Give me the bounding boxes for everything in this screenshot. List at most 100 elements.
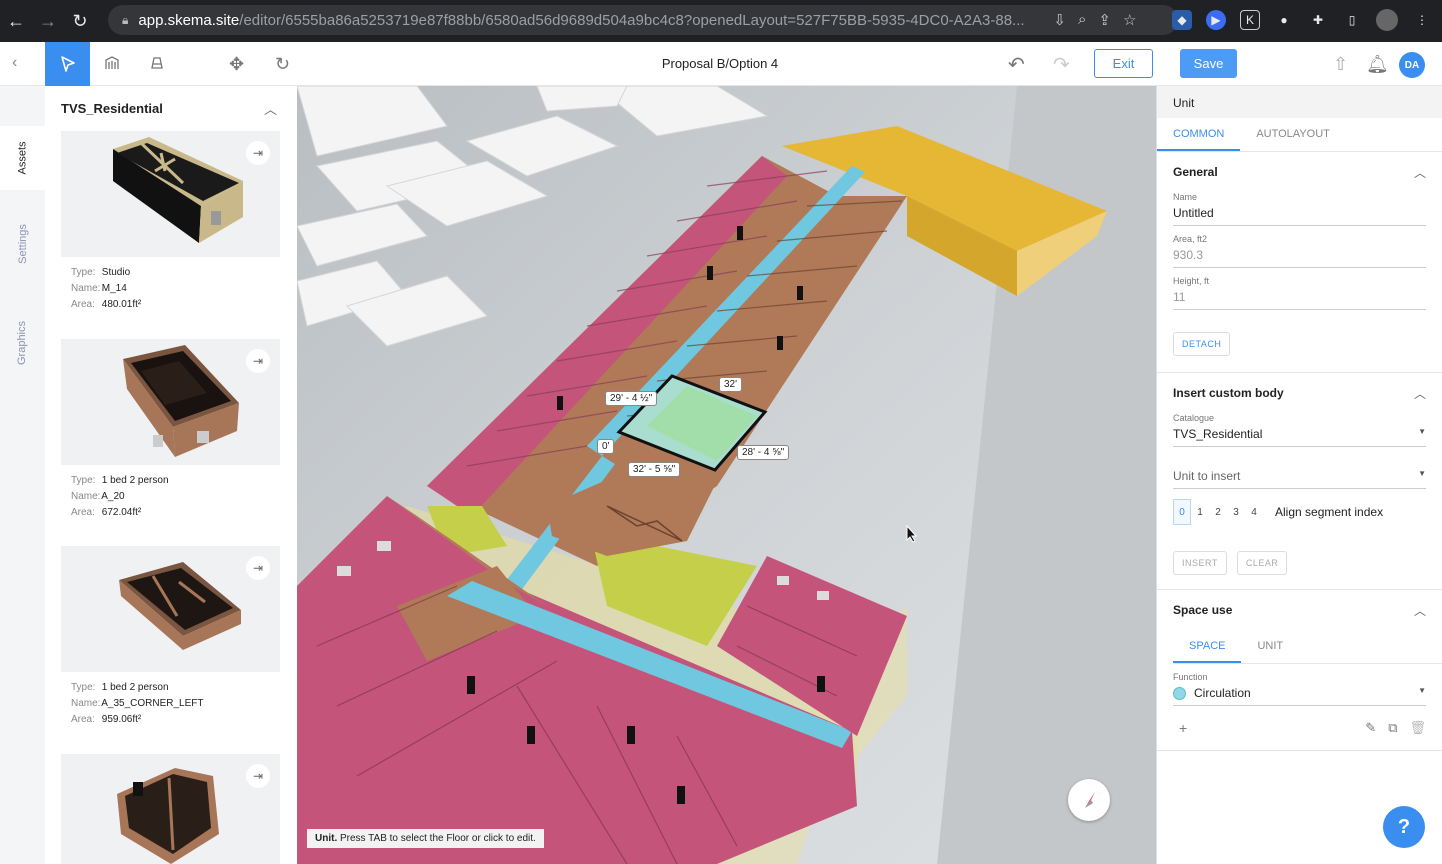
catalogue-title: TVS_Residential <box>61 100 163 116</box>
asset-card[interactable]: ⇥ Type: Studio Name: M_14 Area: 480.01ft… <box>61 131 280 321</box>
dimension-label-right: 28' - 4 ⅝" <box>737 445 790 460</box>
address-bar[interactable]: 🔒︎ app.skema.site/editor/6555ba86a525371… <box>108 5 1178 35</box>
align-segment-label: Align segment index <box>1275 505 1384 519</box>
segment-option[interactable]: 2 <box>1209 499 1227 525</box>
height-field: 11 <box>1173 290 1426 310</box>
catalogue-header[interactable]: TVS_Residential ︿ <box>45 86 297 130</box>
section-title: Space use <box>1173 603 1233 617</box>
tab-autolayout[interactable]: AUTOLAYOUT <box>1240 118 1346 151</box>
detach-button[interactable]: DETACH <box>1173 332 1231 356</box>
chevron-up-icon[interactable]: ︿ <box>1414 164 1426 181</box>
compass-icon[interactable] <box>1068 779 1110 821</box>
asset-type: Studio <box>101 267 131 278</box>
dimension-label-left: 29' - 4 ½" <box>605 391 658 406</box>
dimension-label-zero: 0' <box>597 439 615 454</box>
asset-thumbnail: ⇥ <box>61 131 280 257</box>
space-use-section: Space use ︿ SPACE UNIT Function Circulati… <box>1157 590 1442 751</box>
asset-thumbnail: ⇥ <box>61 546 280 672</box>
chevron-up-icon[interactable]: ︿ <box>1414 602 1426 619</box>
panel-header: Unit <box>1157 86 1442 118</box>
undo-icon[interactable]: ↶ <box>1008 52 1025 77</box>
function-color-swatch <box>1173 686 1186 700</box>
k-extension-icon[interactable]: K <box>1240 10 1260 30</box>
tab-assets[interactable]: Assets <box>0 126 45 190</box>
sidebar-icon[interactable]: ▯ <box>1342 10 1362 30</box>
asset-card[interactable]: ⇥ Type: 1 bed 2 person Name: A_20 Area: … <box>61 339 280 529</box>
segment-option[interactable]: 1 <box>1191 499 1209 525</box>
tab-settings[interactable]: Settings <box>0 212 45 276</box>
trash-icon[interactable]: 🗑︎ <box>1409 720 1426 736</box>
url-text: app.skema.site/editor/6555ba86a5253719e8… <box>138 11 1025 29</box>
segment-index-picker[interactable]: 0 1 2 3 4 <box>1173 499 1263 525</box>
share-icon[interactable]: ⇪ <box>1098 11 1111 29</box>
catalogue-select[interactable]: TVS_Residential ▼ <box>1173 427 1426 447</box>
building-tool-icon[interactable] <box>103 54 121 77</box>
asset-card[interactable]: ⇥ Type: 1 bed 2 person Name: A_35_CORNER… <box>61 546 280 736</box>
tab-common[interactable]: COMMON <box>1157 118 1241 151</box>
browser-menu-icon[interactable]: ⋮ <box>1412 10 1432 30</box>
lock-icon: 🔒︎ <box>122 12 129 27</box>
play-extension-icon[interactable]: ▶ <box>1206 10 1226 30</box>
save-button[interactable]: Save <box>1180 49 1237 78</box>
add-asset-icon[interactable]: ⇥ <box>246 141 270 165</box>
user-avatar[interactable]: DA <box>1399 52 1425 78</box>
asset-type: 1 bed 2 person <box>101 682 169 693</box>
caret-down-icon: ▼ <box>1418 469 1426 478</box>
side-tabs: Assets Settings Graphics <box>0 86 45 864</box>
asset-area: 959.06ft² <box>101 714 142 725</box>
name-field[interactable]: Untitled <box>1173 206 1426 226</box>
segment-option[interactable]: 0 <box>1173 499 1191 525</box>
status-hint: Unit. Press TAB to select the Floor or c… <box>307 829 544 848</box>
area-field: 930.3 <box>1173 248 1426 268</box>
asset-name: A_20 <box>101 491 125 502</box>
edit-icon[interactable]: ✎ <box>1365 720 1376 736</box>
chevron-up-icon[interactable]: ︿ <box>1414 385 1426 402</box>
cursor-arrow-icon <box>60 56 75 72</box>
layers-tool-icon[interactable] <box>148 54 166 77</box>
shield-extension-icon[interactable]: ◆ <box>1172 10 1192 30</box>
caret-down-icon: ▼ <box>1418 427 1426 436</box>
add-icon[interactable]: + <box>1179 720 1187 736</box>
section-title: General <box>1173 165 1218 179</box>
profile-avatar[interactable] <box>1376 9 1398 31</box>
bell-icon[interactable]: 🔔︎ <box>1366 54 1389 75</box>
asset-name: M_14 <box>101 283 127 294</box>
select-tool-button[interactable] <box>45 42 90 86</box>
segment-option[interactable]: 4 <box>1245 499 1263 525</box>
bot-extension-icon[interactable]: ● <box>1274 10 1294 30</box>
add-asset-icon[interactable]: ⇥ <box>246 764 270 788</box>
general-section: General ︿ Name Untitled Area, ft2 930.3 Hei… <box>1157 152 1442 373</box>
insert-button[interactable]: INSERT <box>1173 551 1227 575</box>
clear-button[interactable]: CLEAR <box>1236 551 1288 575</box>
unit-to-insert-select[interactable]: Unit to insert ▼ <box>1173 469 1426 489</box>
add-asset-icon[interactable]: ⇥ <box>246 349 270 373</box>
help-button[interactable]: ? <box>1383 806 1425 848</box>
asset-area: 480.01ft² <box>101 299 142 310</box>
chevron-up-icon[interactable]: ︿ <box>264 99 277 118</box>
building-model[interactable] <box>297 86 1156 864</box>
reload-icon[interactable]: ↻ <box>64 11 96 32</box>
forward-arrow-icon[interactable]: → <box>32 11 64 32</box>
asset-thumbnail: ⇥ <box>61 754 280 864</box>
function-select[interactable]: Circulation ▼ <box>1173 686 1426 706</box>
segment-option[interactable]: 3 <box>1227 499 1245 525</box>
bookmark-star-icon[interactable]: ☆ <box>1123 11 1136 29</box>
collapse-left-icon[interactable]: ‹ <box>12 54 17 72</box>
add-asset-icon[interactable]: ⇥ <box>246 556 270 580</box>
install-icon[interactable]: ⇩ <box>1053 11 1066 29</box>
puzzle-extensions-icon[interactable]: ✚ <box>1308 10 1328 30</box>
exit-button[interactable]: Exit <box>1094 49 1153 78</box>
copy-icon[interactable]: ⧉ <box>1388 720 1397 736</box>
3d-viewport[interactable]: 29' - 4 ½" 32' 28' - 4 ⅝" 32' - 5 ⅝" 0' … <box>297 86 1156 864</box>
rotate-tool-icon[interactable]: ↻ <box>275 54 290 75</box>
tab-unit[interactable]: UNIT <box>1241 630 1299 663</box>
tab-space[interactable]: SPACE <box>1173 630 1242 663</box>
redo-icon[interactable]: ↷ <box>1053 52 1070 77</box>
asset-card[interactable]: ⇥ <box>61 754 280 864</box>
tab-graphics[interactable]: Graphics <box>0 308 45 378</box>
zoom-icon[interactable]: ⌕ <box>1078 11 1086 29</box>
move-tool-icon[interactable]: ✥ <box>229 54 244 75</box>
back-arrow-icon[interactable]: ← <box>0 11 32 32</box>
export-icon[interactable]: ⇧ <box>1333 54 1348 75</box>
asset-area: 672.04ft² <box>101 507 142 518</box>
